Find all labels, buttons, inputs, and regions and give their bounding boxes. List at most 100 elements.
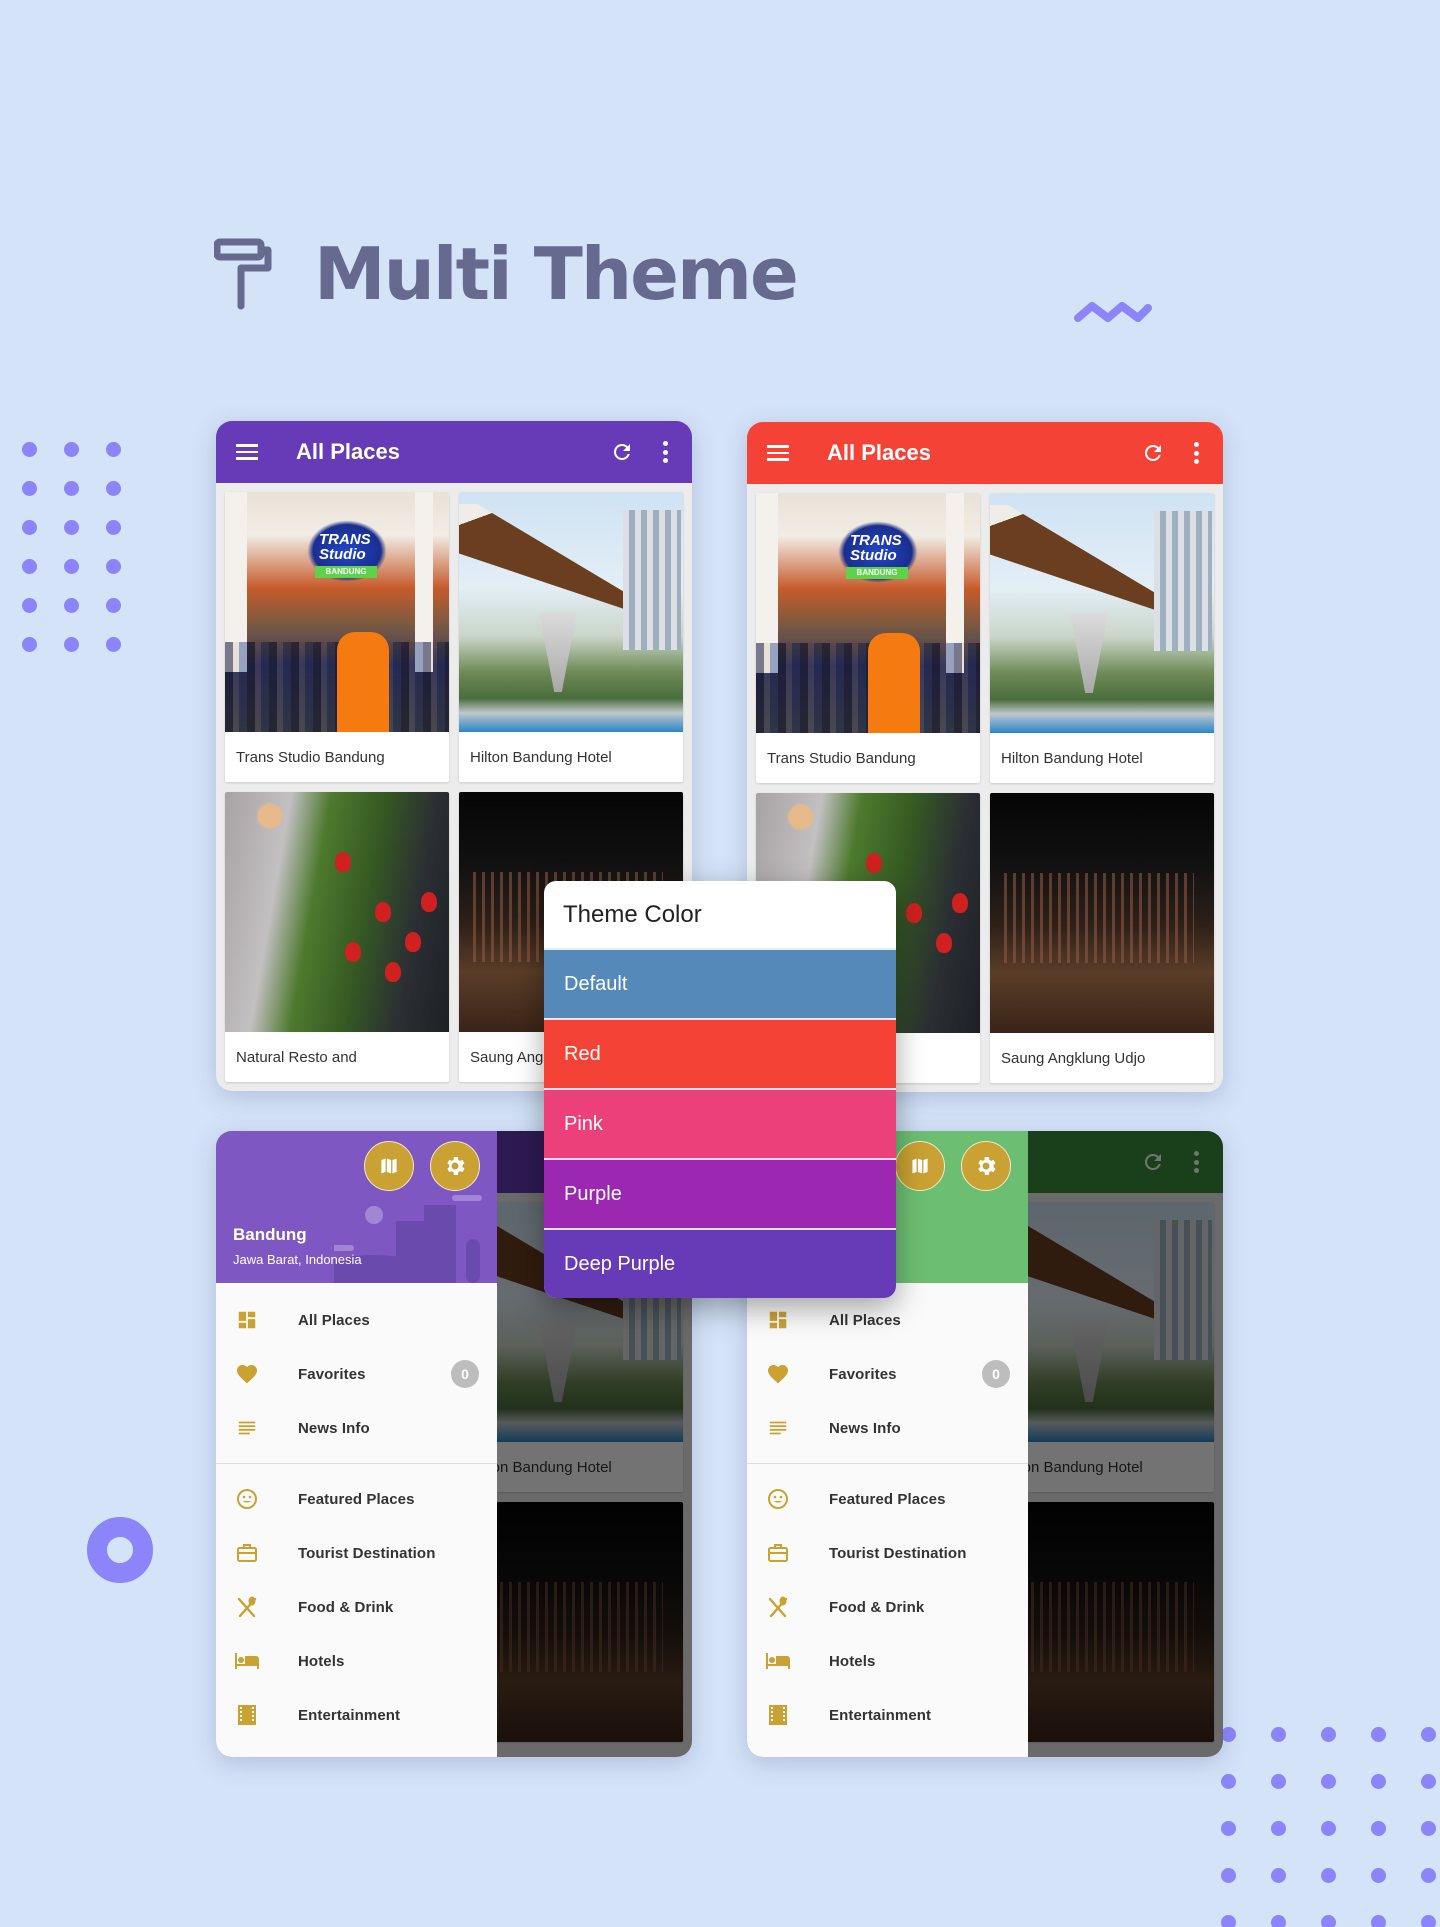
paint-roller-icon: [214, 238, 272, 310]
decor-dot: [64, 598, 79, 613]
theme-color-dialog: Theme Color Default Red Pink Purple Deep…: [544, 881, 896, 1298]
drawer-item-entertainment[interactable]: Entertainment: [216, 1688, 497, 1742]
trans-studio-photo: TRANS Studio BANDUNG: [756, 493, 980, 733]
city-illustration: [334, 1195, 482, 1283]
place-name: Trans Studio Bandung: [236, 748, 385, 766]
settings-icon: [447, 1157, 465, 1175]
decor-dot: [106, 559, 121, 574]
drawer-item-favorites[interactable]: Favorites 0: [216, 1347, 497, 1401]
drawer-item-featured-places[interactable]: Featured Places: [747, 1472, 1028, 1526]
film-icon: [234, 1702, 260, 1728]
place-card[interactable]: TRANS Studio BANDUNG Trans Studio Bandung: [225, 492, 449, 782]
theme-option-purple[interactable]: Purple: [544, 1158, 896, 1228]
decor-dot: [1271, 1868, 1286, 1883]
map-icon: [380, 1156, 398, 1176]
menu-icon[interactable]: [767, 442, 795, 464]
drawer-item-food-drink[interactable]: Food & Drink: [216, 1580, 497, 1634]
decor-dot: [1271, 1821, 1286, 1836]
theme-option-default[interactable]: Default: [544, 948, 896, 1018]
app-bar: All Places: [747, 422, 1223, 484]
drawer-divider: [747, 1463, 1028, 1464]
place-card[interactable]: Hilton Bandung Hotel: [990, 493, 1214, 783]
drawer-item-hotels[interactable]: Hotels: [747, 1634, 1028, 1688]
drawer-item-all-places[interactable]: All Places: [747, 1293, 1028, 1347]
drawer-item-featured-places[interactable]: Featured Places: [216, 1472, 497, 1526]
decor-dot: [1421, 1868, 1436, 1883]
strawberry-photo: [225, 792, 449, 1032]
favorites-count-badge: 0: [982, 1360, 1010, 1388]
theme-option-pink[interactable]: Pink: [544, 1088, 896, 1158]
notes-icon: [234, 1415, 260, 1441]
place-card[interactable]: TRANS Studio BANDUNG Trans Studio Bandung: [756, 493, 980, 783]
decor-dot: [22, 481, 37, 496]
refresh-icon[interactable]: [610, 440, 634, 464]
decor-dot: [22, 520, 37, 535]
decor-dot: [1321, 1915, 1336, 1927]
decor-dot: [1221, 1868, 1236, 1883]
decor-dot: [1421, 1821, 1436, 1836]
dashboard-icon: [234, 1307, 260, 1333]
drawer-item-tourist-destination[interactable]: Tourist Destination: [216, 1526, 497, 1580]
drawer-item-hotels[interactable]: Hotels: [216, 1634, 497, 1688]
restaurant-icon: [765, 1594, 791, 1620]
drawer-place-name: Bandung: [233, 1225, 307, 1244]
decor-dot: [64, 481, 79, 496]
hilton-hotel-photo: [990, 493, 1214, 733]
notes-icon: [765, 1415, 791, 1441]
place-name: Saung Angklung Udjo: [1001, 1049, 1146, 1067]
settings-button[interactable]: [430, 1141, 480, 1191]
hero-heading: Multi Theme: [214, 232, 799, 316]
place-name: Trans Studio Bandung: [767, 749, 916, 767]
settings-button[interactable]: [961, 1141, 1011, 1191]
drawer-header: Bandung Jawa Barat, Indonesia: [216, 1131, 497, 1283]
place-name: Hilton Bandung Hotel: [470, 748, 612, 766]
drawer-item-food-drink[interactable]: Food & Drink: [747, 1580, 1028, 1634]
more-vert-icon[interactable]: [662, 441, 668, 463]
refresh-icon[interactable]: [1141, 441, 1165, 465]
hilton-hotel-photo: [459, 492, 683, 732]
theme-option-red[interactable]: Red: [544, 1018, 896, 1088]
settings-icon: [978, 1157, 996, 1175]
menu-icon[interactable]: [236, 441, 264, 463]
decor-dot: [1371, 1868, 1386, 1883]
smiley-icon: [234, 1486, 260, 1512]
decor-dot: [64, 520, 79, 535]
drawer-region: Jawa Barat, Indonesia: [233, 1252, 362, 1267]
favorites-count-badge: 0: [451, 1360, 479, 1388]
restaurant-icon: [234, 1594, 260, 1620]
decor-dot: [22, 637, 37, 652]
drawer-item-all-places[interactable]: All Places: [216, 1293, 497, 1347]
drawer-nav: All Places Favorites 0 News Info Feature…: [216, 1283, 497, 1742]
navigation-drawer: Bandung Jawa Barat, Indonesia All Places…: [216, 1131, 497, 1757]
map-button[interactable]: [364, 1141, 414, 1191]
decor-dot: [1221, 1774, 1236, 1789]
map-button[interactable]: [895, 1141, 945, 1191]
drawer-nav: All Places Favorites 0 News Info Feature…: [747, 1283, 1028, 1742]
app-bar: All Places: [216, 421, 692, 483]
place-card[interactable]: Hilton Bandung Hotel: [459, 492, 683, 782]
decor-dot: [1221, 1821, 1236, 1836]
decor-dot: [64, 559, 79, 574]
decor-dot: [64, 442, 79, 457]
decor-dot: [1271, 1915, 1286, 1927]
dashboard-icon: [765, 1307, 791, 1333]
decor-dot: [1271, 1727, 1286, 1742]
briefcase-icon: [765, 1540, 791, 1566]
drawer-divider: [216, 1463, 497, 1464]
decor-dot: [106, 520, 121, 535]
heart-icon: [234, 1361, 260, 1387]
dialog-title: Theme Color: [563, 900, 702, 928]
bed-icon: [234, 1648, 260, 1674]
decor-dot: [1321, 1727, 1336, 1742]
drawer-item-tourist-destination[interactable]: Tourist Destination: [747, 1526, 1028, 1580]
drawer-item-favorites[interactable]: Favorites 0: [747, 1347, 1028, 1401]
drawer-item-news-info[interactable]: News Info: [216, 1401, 497, 1455]
drawer-item-news-info[interactable]: News Info: [747, 1401, 1028, 1455]
place-card[interactable]: Natural Resto and: [225, 792, 449, 1082]
decor-dot: [22, 598, 37, 613]
drawer-item-entertainment[interactable]: Entertainment: [747, 1688, 1028, 1742]
place-card[interactable]: Saung Angklung Udjo: [990, 793, 1214, 1083]
more-vert-icon[interactable]: [1193, 442, 1199, 464]
theme-option-deep-purple[interactable]: Deep Purple: [544, 1228, 896, 1298]
decor-dot: [1371, 1774, 1386, 1789]
